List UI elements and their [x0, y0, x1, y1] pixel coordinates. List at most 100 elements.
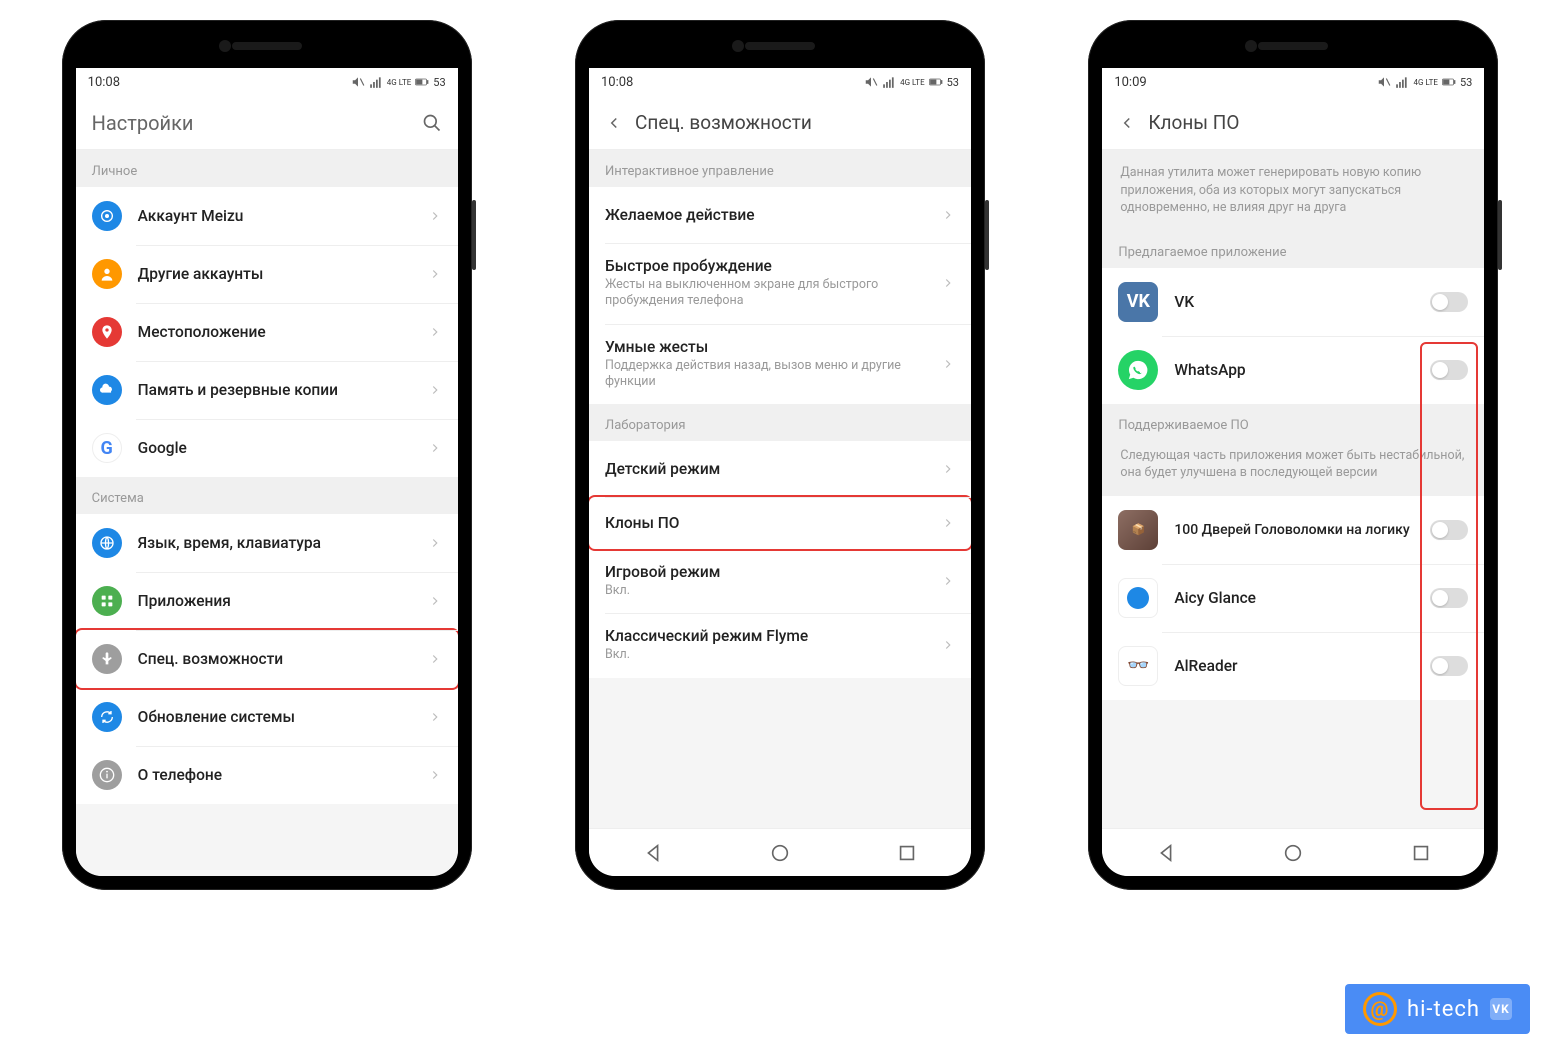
page-title: Спец. возможности	[635, 111, 812, 134]
section-suggested: Предлагаемое приложение	[1102, 231, 1484, 268]
row-app-aicy[interactable]: Aicy Glance	[1102, 564, 1484, 632]
aicy-app-icon	[1118, 578, 1158, 618]
phone-accessibility: 10:08 4G LTE 53 Спец. возможности Интера…	[575, 20, 985, 890]
toggle-whatsapp[interactable]	[1430, 360, 1468, 380]
row-desired-action[interactable]: Желаемое действие	[589, 187, 971, 243]
title-bar: Клоны ПО	[1102, 96, 1484, 150]
row-classic-flyme[interactable]: Классический режим Flyme Вкл.	[589, 613, 971, 677]
mute-icon	[351, 75, 365, 89]
chevron-right-icon	[428, 652, 442, 666]
chevron-right-icon	[428, 441, 442, 455]
row-language-time[interactable]: Язык, время, клавиатура	[76, 514, 458, 572]
status-bar: 10:08 4G LTE 53	[76, 68, 458, 96]
mute-icon	[864, 75, 878, 89]
back-icon[interactable]	[1118, 114, 1136, 132]
supported-description: Следующая часть приложения может быть не…	[1102, 441, 1484, 496]
row-storage-backup[interactable]: Память и резервные копии	[76, 361, 458, 419]
nav-bar	[589, 828, 971, 876]
chevron-right-icon	[941, 357, 955, 371]
row-google[interactable]: G Google	[76, 419, 458, 477]
signal-icon	[882, 75, 896, 89]
section-system: Система	[76, 477, 458, 514]
page-title: Настройки	[92, 111, 194, 135]
whatsapp-app-icon	[1118, 350, 1158, 390]
row-app-vk[interactable]: VK VK	[1102, 268, 1484, 336]
nav-bar	[1102, 828, 1484, 876]
update-icon	[92, 702, 122, 732]
chevron-right-icon	[941, 516, 955, 530]
row-quick-wake[interactable]: Быстрое пробуждение Жесты на выключенном…	[589, 243, 971, 324]
chevron-right-icon	[428, 594, 442, 608]
title-bar: Спец. возможности	[589, 96, 971, 150]
row-other-accounts[interactable]: Другие аккаунты	[76, 245, 458, 303]
row-system-update[interactable]: Обновление системы	[76, 688, 458, 746]
status-bar: 10:08 4G LTE 53	[589, 68, 971, 96]
clock: 10:08	[88, 75, 120, 90]
section-interactive: Интерактивное управление	[589, 150, 971, 187]
chevron-right-icon	[428, 768, 442, 782]
signal-icon	[1395, 75, 1409, 89]
chevron-right-icon	[941, 574, 955, 588]
nav-back-icon[interactable]	[642, 842, 664, 864]
vk-badge-icon: VK	[1490, 998, 1512, 1020]
section-personal: Личное	[76, 150, 458, 187]
status-icons: 4G LTE 53	[1377, 75, 1472, 89]
chevron-right-icon	[428, 267, 442, 281]
section-supported: Поддерживаемое ПО	[1102, 404, 1484, 441]
chevron-right-icon	[428, 383, 442, 397]
toggle-100doors[interactable]	[1430, 520, 1468, 540]
at-icon: @	[1363, 992, 1397, 1026]
nav-back-icon[interactable]	[1155, 842, 1177, 864]
row-app-100doors[interactable]: 📦 100 Дверей Головоломки на логику	[1102, 496, 1484, 564]
status-icons: 4G LTE 53	[864, 75, 959, 89]
google-icon: G	[92, 433, 122, 463]
row-kids-mode[interactable]: Детский режим	[589, 441, 971, 497]
row-about-phone[interactable]: О телефоне	[76, 746, 458, 804]
battery-icon	[415, 75, 429, 89]
nav-recent-icon[interactable]	[1410, 842, 1432, 864]
signal-icon	[369, 75, 383, 89]
hand-icon	[92, 644, 122, 674]
chevron-right-icon	[428, 209, 442, 223]
chevron-right-icon	[941, 276, 955, 290]
page-title: Клоны ПО	[1148, 111, 1239, 134]
row-accessibility[interactable]: Спец. возможности	[76, 628, 458, 690]
status-icons: 4G LTE 53	[351, 75, 446, 89]
watermark-text: hi-tech	[1407, 997, 1480, 1022]
toggle-vk[interactable]	[1430, 292, 1468, 312]
alreader-app-icon: 👓	[1118, 646, 1158, 686]
phone-clones: 10:09 4G LTE 53 Клоны ПО Данная утилита …	[1088, 20, 1498, 890]
user-icon	[92, 259, 122, 289]
globe-icon	[92, 528, 122, 558]
info-icon	[92, 760, 122, 790]
nav-home-icon[interactable]	[769, 842, 791, 864]
meizu-icon	[92, 201, 122, 231]
row-app-alreader[interactable]: 👓 AlReader	[1102, 632, 1484, 700]
row-smart-gestures[interactable]: Умные жесты Поддержка действия назад, вы…	[589, 324, 971, 405]
chevron-right-icon	[941, 208, 955, 222]
row-account-meizu[interactable]: Аккаунт Meizu	[76, 187, 458, 245]
cloud-icon	[92, 375, 122, 405]
row-location[interactable]: Местоположение	[76, 303, 458, 361]
vk-app-icon: VK	[1118, 282, 1158, 322]
watermark: @ hi-tech VK	[1345, 984, 1530, 1034]
back-icon[interactable]	[605, 114, 623, 132]
chevron-right-icon	[941, 462, 955, 476]
clock: 10:08	[601, 75, 633, 90]
row-app-clones[interactable]: Клоны ПО	[589, 495, 971, 551]
row-apps[interactable]: Приложения	[76, 572, 458, 630]
row-game-mode[interactable]: Игровой режим Вкл.	[589, 549, 971, 613]
clones-description: Данная утилита может генерировать новую …	[1102, 150, 1484, 231]
section-lab: Лаборатория	[589, 404, 971, 441]
toggle-aicy[interactable]	[1430, 588, 1468, 608]
nav-home-icon[interactable]	[1282, 842, 1304, 864]
toggle-alreader[interactable]	[1430, 656, 1468, 676]
nav-recent-icon[interactable]	[896, 842, 918, 864]
row-app-whatsapp[interactable]: WhatsApp	[1102, 336, 1484, 404]
phone-settings: 10:08 4G LTE 53 Настройки Личное	[62, 20, 472, 890]
battery-icon	[1442, 75, 1456, 89]
chevron-right-icon	[941, 638, 955, 652]
apps-icon	[92, 586, 122, 616]
search-icon[interactable]	[422, 113, 442, 133]
doors-app-icon: 📦	[1118, 510, 1158, 550]
